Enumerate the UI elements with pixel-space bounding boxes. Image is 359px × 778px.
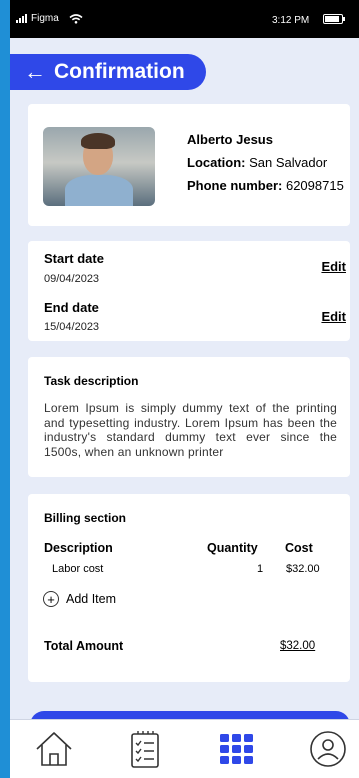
row-cost: $32.00 <box>286 563 320 575</box>
profile-info: Alberto Jesus Location: San Salvador Pho… <box>187 128 344 197</box>
edit-end-date-button[interactable]: Edit <box>321 309 346 324</box>
home-icon[interactable] <box>33 728 75 770</box>
grid-icon[interactable] <box>216 728 258 770</box>
billing-title: Billing section <box>44 511 127 525</box>
status-time: 3:12 PM <box>272 15 310 26</box>
column-description: Description <box>44 541 113 555</box>
row-description: Labor cost <box>52 563 104 575</box>
profile-icon[interactable] <box>307 728 349 770</box>
task-description: Lorem Ipsum is simply dummy text of the … <box>44 401 337 459</box>
page-title-bar[interactable]: ← Confirmation <box>10 54 206 90</box>
add-item-label: Add Item <box>66 592 117 606</box>
plus-circle-icon: + <box>43 591 59 607</box>
battery-icon <box>323 14 345 24</box>
profile-name: Alberto Jesus <box>187 132 273 147</box>
dates-card: Start date 09/04/2023 Edit End date 15/0… <box>28 241 350 341</box>
add-item-button[interactable]: + Add Item <box>43 591 116 607</box>
total-label: Total Amount <box>44 639 124 653</box>
row-quantity: 1 <box>257 563 264 575</box>
wifi-icon <box>69 13 83 24</box>
start-date-label: Start date <box>44 251 104 266</box>
billing-card: Billing section Description Quantity Cos… <box>28 494 350 682</box>
signal-icon <box>16 14 27 23</box>
carrier-name: Figma <box>31 13 59 24</box>
status-left: Figma <box>16 13 83 24</box>
checklist-icon[interactable] <box>124 728 166 770</box>
avatar <box>43 127 155 206</box>
profile-card: Alberto Jesus Location: San Salvador Pho… <box>28 104 350 226</box>
bottom-nav <box>10 719 359 778</box>
status-bar: Figma 3:12 PM <box>10 0 359 38</box>
end-date-value: 15/04/2023 <box>44 321 100 333</box>
page-title: Confirmation <box>54 60 185 83</box>
task-title: Task description <box>44 374 139 388</box>
column-cost: Cost <box>285 541 313 555</box>
task-card: Task description Lorem Ipsum is simply d… <box>28 357 350 477</box>
location-value: San Salvador <box>249 155 328 170</box>
location-label: Location: <box>187 155 246 170</box>
phone-screen: Figma 3:12 PM ← Confirmation Alberto Jes… <box>10 0 359 778</box>
phone-value: 62098715 <box>285 178 344 193</box>
phone-label: Phone number: <box>187 178 283 193</box>
end-date-label: End date <box>44 300 99 315</box>
total-value: $32.00 <box>280 640 316 652</box>
column-quantity: Quantity <box>207 541 258 555</box>
edit-start-date-button[interactable]: Edit <box>321 259 346 274</box>
back-arrow-icon[interactable]: ← <box>24 59 46 85</box>
start-date-value: 09/04/2023 <box>44 273 100 285</box>
